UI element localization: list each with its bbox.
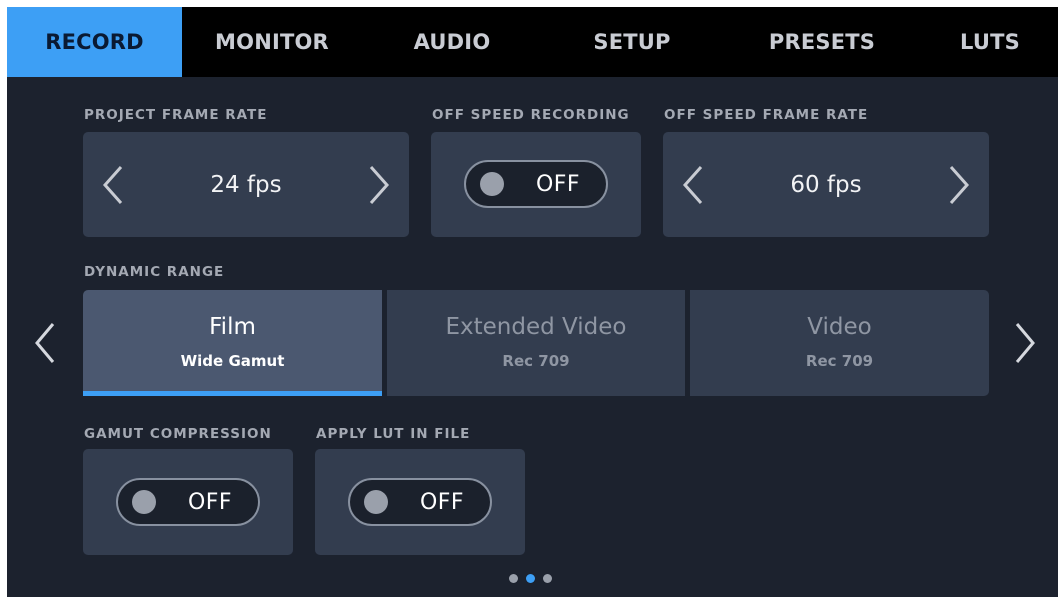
apply-lut-in-file-toggle[interactable]: OFF	[348, 478, 492, 526]
dynamic-range-option-extended-video[interactable]: Extended Video Rec 709	[387, 290, 685, 396]
tab-label: RECORD	[45, 30, 144, 54]
tab-setup[interactable]: SETUP	[542, 7, 722, 77]
toggle-knob	[132, 490, 156, 514]
off-speed-frame-rate-increase-button[interactable]	[929, 132, 989, 237]
off-speed-recording-toggle[interactable]: OFF	[464, 160, 608, 208]
tab-audio[interactable]: AUDIO	[362, 7, 542, 77]
off-speed-recording-label: OFF SPEED RECORDING	[432, 107, 630, 123]
page-dot-1[interactable]	[509, 574, 518, 583]
off-speed-recording-panel: OFF	[431, 132, 641, 237]
option-subtitle: Wide Gamut	[180, 352, 285, 370]
chevron-right-icon	[369, 165, 390, 204]
chevron-right-icon	[949, 165, 970, 204]
selected-indicator	[83, 391, 382, 396]
chevron-left-icon	[102, 165, 123, 204]
tab-bar: RECORD MONITOR AUDIO SETUP PRESETS LUTS	[7, 7, 1058, 77]
gamut-compression-label: GAMUT COMPRESSION	[84, 426, 272, 442]
dynamic-range-next-button[interactable]	[1005, 303, 1045, 383]
project-frame-rate-decrease-button[interactable]	[83, 132, 143, 237]
toggle-knob	[364, 490, 388, 514]
option-subtitle: Rec 709	[805, 352, 874, 370]
chevron-left-icon	[35, 323, 55, 363]
tab-label: AUDIO	[413, 30, 491, 54]
page-indicator	[509, 574, 552, 583]
project-frame-rate-stepper: 24 fps	[83, 132, 409, 237]
toggle-state: OFF	[419, 489, 465, 515]
option-title: Film	[209, 314, 256, 340]
toggle-state: OFF	[535, 171, 581, 197]
page-dot-3[interactable]	[543, 574, 552, 583]
toggle-state: OFF	[187, 489, 233, 515]
gamut-compression-toggle[interactable]: OFF	[116, 478, 260, 526]
toggle-knob	[480, 172, 504, 196]
apply-lut-in-file-label: APPLY LUT IN FILE	[316, 426, 471, 442]
dynamic-range-label: DYNAMIC RANGE	[84, 264, 225, 280]
gamut-compression-panel: OFF	[83, 449, 293, 555]
tab-label: PRESETS	[768, 30, 876, 54]
project-frame-rate-label: PROJECT FRAME RATE	[84, 107, 268, 123]
tab-label: MONITOR	[215, 30, 329, 54]
tab-luts[interactable]: LUTS	[922, 7, 1058, 77]
project-frame-rate-increase-button[interactable]	[349, 132, 409, 237]
option-title: Video	[807, 314, 872, 340]
chevron-right-icon	[1015, 323, 1035, 363]
tab-presets[interactable]: PRESETS	[722, 7, 922, 77]
option-title: Extended Video	[445, 314, 627, 340]
apply-lut-in-file-panel: OFF	[315, 449, 525, 555]
off-speed-frame-rate-stepper: 60 fps	[663, 132, 989, 237]
option-subtitle: Rec 709	[502, 352, 570, 370]
tab-label: LUTS	[960, 30, 1020, 54]
screen: RECORD MONITOR AUDIO SETUP PRESETS LUTS …	[7, 7, 1058, 597]
dynamic-range-option-video[interactable]: Video Rec 709	[690, 290, 989, 396]
off-speed-frame-rate-decrease-button[interactable]	[663, 132, 723, 237]
tab-record[interactable]: RECORD	[7, 7, 182, 77]
dynamic-range-option-film[interactable]: Film Wide Gamut	[83, 290, 382, 396]
tab-monitor[interactable]: MONITOR	[182, 7, 362, 77]
chevron-left-icon	[682, 165, 703, 204]
page-dot-2[interactable]	[526, 574, 535, 583]
off-speed-frame-rate-label: OFF SPEED FRAME RATE	[664, 107, 869, 123]
dynamic-range-prev-button[interactable]	[25, 303, 65, 383]
tab-label: SETUP	[593, 30, 671, 54]
